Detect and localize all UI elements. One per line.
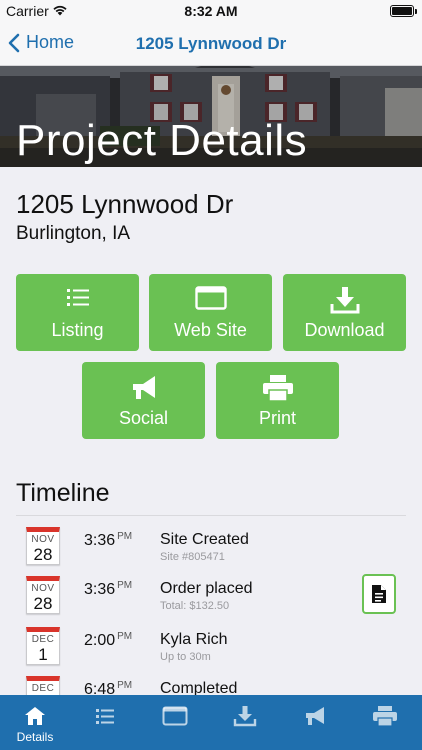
tab-web-site[interactable] <box>140 695 210 750</box>
event-subtitle: Site #805471 <box>160 551 225 563</box>
download-label: Download <box>304 320 385 340</box>
event-title: Site Created <box>160 531 249 548</box>
print-button[interactable]: Print <box>216 362 339 439</box>
battery-icon <box>390 5 417 17</box>
list-icon <box>96 709 114 724</box>
calendar-date-icon: NOV 28 <box>26 527 60 565</box>
print-label: Print <box>258 408 296 428</box>
order-document-button[interactable] <box>362 574 396 614</box>
date-day: 28 <box>33 594 53 613</box>
date-month: DEC <box>31 634 55 645</box>
event-time: 3:36 PM <box>84 580 133 598</box>
calendar-date-icon: DEC 1 <box>26 627 60 665</box>
calendar-date-icon: DEC <box>26 676 60 695</box>
date-month: NOV <box>31 534 55 545</box>
home-icon <box>25 707 45 725</box>
event-title: Order placed <box>160 580 253 597</box>
event-time: 6:48 PM <box>84 680 133 695</box>
event-subtitle: Total: $132.50 <box>160 600 230 612</box>
download-button[interactable]: Download <box>283 274 406 351</box>
hero-banner: Project Details <box>0 66 422 167</box>
event-subtitle: Up to 30m <box>160 651 211 663</box>
page-title: 1205 Lynnwood Dr <box>135 34 287 53</box>
divider <box>16 515 406 516</box>
listing-button[interactable]: Listing <box>16 274 139 351</box>
web-site-label: Web Site <box>174 320 247 340</box>
timeline-heading: Timeline <box>16 479 110 507</box>
timeline-item: DEC 1 2:00 PM Kyla Rich Up to 30m <box>0 619 422 669</box>
tab-bar: Details <box>0 695 422 750</box>
tab-print[interactable] <box>350 695 420 750</box>
download-icon <box>330 287 359 314</box>
tab-social[interactable] <box>280 695 350 750</box>
event-title: Kyla Rich <box>160 631 228 648</box>
timeline-item: NOV 28 3:36 PM Order placed Total: $132.5… <box>0 568 422 618</box>
property-city: Burlington, IA <box>16 223 131 244</box>
listing-label: Listing <box>51 320 104 340</box>
project-details-content[interactable]: 1205 Lynnwood Dr Burlington, IA Listing … <box>0 167 422 695</box>
browser-window-icon <box>194 286 227 310</box>
tab-label: Details <box>16 730 54 744</box>
event-title: Completed <box>160 680 238 695</box>
calendar-date-icon: NOV 28 <box>26 576 60 614</box>
status-bar: Carrier 8:32 AM <box>0 0 422 22</box>
social-button[interactable]: Social <box>82 362 205 439</box>
tab-details[interactable]: Details <box>0 695 70 750</box>
timeline-item: NOV 28 3:36 PM Site Created Site #805471 <box>0 519 422 569</box>
social-label: Social <box>118 408 169 428</box>
megaphone-icon <box>132 376 155 399</box>
date-day: 28 <box>33 545 53 564</box>
date-month: NOV <box>31 583 55 594</box>
browser-window-icon <box>162 706 188 726</box>
hero-title: Project Details <box>16 116 308 165</box>
date-month: DEC <box>31 683 55 694</box>
tab-download[interactable] <box>210 695 280 750</box>
tab-listing[interactable] <box>70 695 140 750</box>
web-site-button[interactable]: Web Site <box>149 274 272 351</box>
event-time: 3:36 PM <box>84 531 133 549</box>
navigation-bar: Home 1205 Lynnwood Dr <box>0 22 422 66</box>
list-icon <box>66 289 89 306</box>
property-address: 1205 Lynnwood Dr <box>16 189 234 219</box>
document-icon <box>372 585 386 603</box>
printer-icon <box>373 706 397 727</box>
megaphone-icon <box>306 707 324 725</box>
clock: 8:32 AM <box>184 3 238 19</box>
download-icon <box>233 706 257 727</box>
date-day: 1 <box>38 645 48 664</box>
event-time: 2:00 PM <box>84 631 133 649</box>
timeline-item: DEC 6:48 PM Completed <box>0 668 422 695</box>
printer-icon <box>262 375 293 402</box>
